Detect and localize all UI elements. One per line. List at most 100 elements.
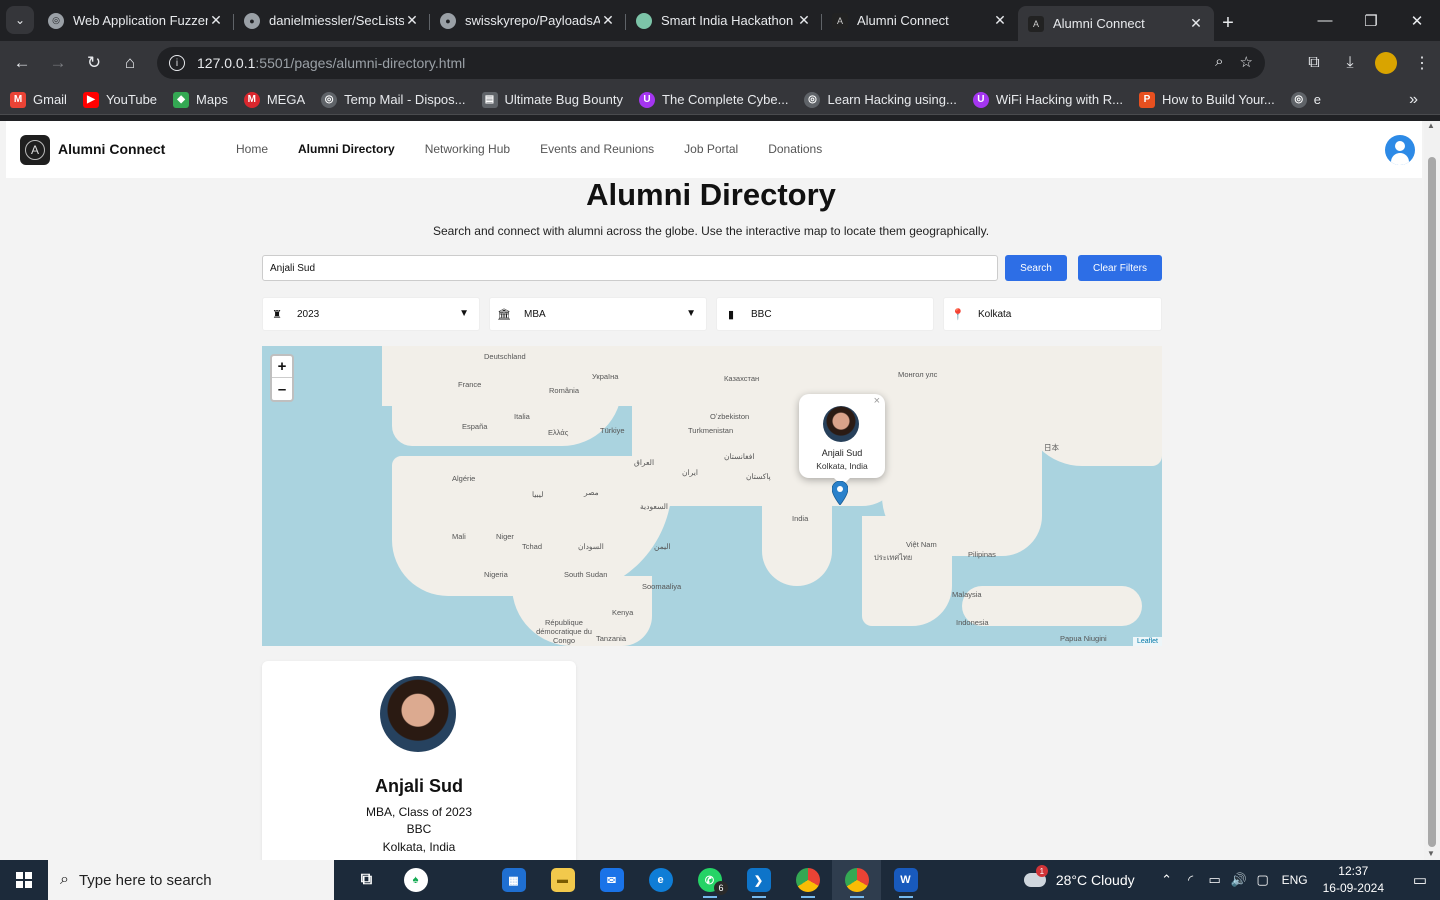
language-indicator[interactable]: ENG: [1275, 873, 1315, 887]
clock[interactable]: 12:37 16-09-2024: [1323, 863, 1384, 897]
clear-filters-button[interactable]: Clear Filters: [1078, 255, 1162, 281]
restore-icon[interactable]: ❐: [1348, 0, 1394, 41]
tab-search-button[interactable]: ⌄: [6, 6, 34, 34]
zoom-out-button[interactable]: –: [272, 378, 292, 400]
close-icon[interactable]: ✕: [796, 12, 812, 29]
bookmark-bug-bounty[interactable]: ▤ Ultimate Bug Bounty: [481, 91, 623, 108]
wifi-icon[interactable]: ◜: [1179, 872, 1203, 888]
notification-icon[interactable]: ▭: [1400, 871, 1440, 889]
search-button[interactable]: Search: [1005, 255, 1067, 281]
alumni-location: Kolkata, India: [382, 840, 456, 854]
map-label: السعودية: [640, 502, 669, 511]
app-edge[interactable]: e: [636, 860, 685, 900]
year-filter[interactable]: ♜ 2023 ▼: [262, 297, 480, 331]
app-store[interactable]: ▦: [489, 860, 538, 900]
extensions-icon[interactable]: ⧉: [1296, 45, 1332, 81]
bookmark-maps[interactable]: ◆ Maps: [173, 91, 228, 108]
bookmark-build[interactable]: P How to Build Your...: [1138, 91, 1275, 108]
bookmark-learn-hacking[interactable]: ◎ Learn Hacking using...: [804, 91, 957, 108]
home-icon[interactable]: ⌂: [112, 45, 148, 81]
forward-icon[interactable]: →: [40, 45, 76, 81]
app-mongodb[interactable]: ♠: [391, 860, 440, 900]
chevron-right-icon[interactable]: »: [1409, 91, 1418, 109]
app-whatsapp[interactable]: ✆ 6: [685, 860, 734, 900]
download-icon[interactable]: ⤓: [1332, 45, 1368, 81]
window-close-icon[interactable]: ✕: [1394, 0, 1440, 41]
zoom-icon[interactable]: ⌕: [1215, 53, 1223, 71]
close-icon[interactable]: ✕: [992, 12, 1008, 29]
bookmark-gmail[interactable]: M Gmail: [10, 91, 67, 108]
windows-taskbar: ⌕ Type here to search ⧉ ♠ ▦ ▬ ✉ e ✆ 6 ❯ W…: [0, 860, 1440, 900]
alumni-map[interactable]: Deutschland Україна Казахстан Монгол улс…: [262, 346, 1162, 646]
map-attribution[interactable]: Leaflet: [1132, 637, 1162, 646]
site-logo[interactable]: A: [20, 135, 50, 165]
scrollbar-thumb[interactable]: [1428, 157, 1436, 847]
nav-home[interactable]: Home: [236, 142, 268, 156]
nav-networking-hub[interactable]: Networking Hub: [425, 142, 510, 156]
site-info-icon[interactable]: i: [169, 55, 185, 71]
tab[interactable]: ◎ Web Application Fuzzer ✕: [38, 6, 234, 35]
toolbar-actions: ⧉ ⤓ ⋮: [1296, 45, 1440, 81]
battery-icon[interactable]: ▭: [1203, 872, 1227, 888]
brand-name[interactable]: Alumni Connect: [58, 141, 165, 157]
taskbar-search[interactable]: ⌕ Type here to search: [48, 860, 334, 900]
scroll-up-icon[interactable]: ▲: [1427, 121, 1435, 130]
app-vscode[interactable]: ❯: [734, 860, 783, 900]
bookmark-youtube[interactable]: ▶ YouTube: [82, 91, 157, 108]
minimize-icon[interactable]: —: [1302, 0, 1348, 41]
map-marker-icon[interactable]: [832, 481, 848, 505]
user-avatar-icon[interactable]: [1385, 135, 1415, 165]
tab-title: Alumni Connect: [857, 13, 949, 28]
volume-icon[interactable]: 🔊: [1227, 872, 1251, 888]
popup-close-icon[interactable]: ×: [874, 395, 880, 407]
bookmark-star-icon[interactable]: ☆: [1240, 53, 1253, 71]
app-chrome-active[interactable]: [832, 860, 881, 900]
scroll-down-icon[interactable]: ▼: [1427, 849, 1435, 858]
nav-job-portal[interactable]: Job Portal: [684, 142, 738, 156]
new-tab-button[interactable]: +: [1214, 9, 1242, 37]
map-label: Papua Niugini: [1060, 634, 1107, 643]
degree-filter[interactable]: 🏛 MBA ▼: [489, 297, 707, 331]
tab[interactable]: ● swisskyrepo/PayloadsAl ✕: [430, 6, 626, 35]
app-file-explorer[interactable]: ▬: [538, 860, 587, 900]
chevron-up-icon[interactable]: ⌃: [1155, 872, 1179, 888]
tab-active[interactable]: A Alumni Connect ✕: [1018, 6, 1214, 41]
back-icon[interactable]: ←: [4, 45, 40, 81]
bookmark-wifi[interactable]: U WiFi Hacking with R...: [972, 91, 1123, 108]
close-icon[interactable]: ✕: [404, 12, 420, 29]
search-input[interactable]: [262, 255, 998, 281]
task-view-button[interactable]: ⧉: [342, 860, 391, 900]
tab[interactable]: ● danielmiessler/SecLists ✕: [234, 6, 430, 35]
bookmark-cyber[interactable]: U The Complete Cybe...: [639, 91, 788, 108]
map-label: România: [549, 386, 580, 395]
weather-widget[interactable]: 1 28°C Cloudy: [1023, 865, 1135, 888]
nav-events-reunions[interactable]: Events and Reunions: [540, 142, 654, 156]
profile-avatar[interactable]: [1375, 52, 1397, 74]
chevron-down-icon: ▼: [686, 308, 696, 319]
taskbar-search-placeholder: Type here to search: [78, 871, 212, 889]
tab[interactable]: A Alumni Connect ✕: [822, 6, 1018, 35]
address-bar[interactable]: i 127.0.0.1:5501/pages/alumni-directory.…: [157, 47, 1265, 79]
company-filter[interactable]: ▮ BBC: [716, 297, 934, 331]
close-icon[interactable]: ✕: [600, 12, 616, 29]
bookmark-e[interactable]: ◎ e: [1290, 91, 1321, 108]
nav-donations[interactable]: Donations: [768, 142, 822, 156]
reload-icon[interactable]: ↻: [76, 45, 112, 81]
app-word[interactable]: W: [881, 860, 930, 900]
zoom-in-button[interactable]: +: [272, 356, 292, 378]
location-filter[interactable]: 📍 Kolkata: [943, 297, 1162, 331]
alumni-card[interactable]: Anjali Sud MBA, Class of 2023 BBC Kolkat…: [262, 661, 576, 860]
app-mail[interactable]: ✉: [587, 860, 636, 900]
map-label: پاکستان: [746, 472, 771, 481]
meet-icon[interactable]: ▢: [1251, 872, 1275, 888]
close-icon[interactable]: ✕: [1188, 15, 1204, 32]
page-scrollbar[interactable]: ▲ ▼: [1424, 121, 1440, 860]
app-chrome[interactable]: [783, 860, 832, 900]
menu-icon[interactable]: ⋮: [1404, 45, 1440, 81]
bookmark-mega[interactable]: M MEGA: [243, 91, 305, 108]
bookmark-tempmail[interactable]: ◎ Temp Mail - Dispos...: [321, 91, 466, 108]
nav-alumni-directory[interactable]: Alumni Directory: [298, 142, 395, 156]
tab[interactable]: Smart India Hackathon ✕: [626, 6, 822, 35]
start-button[interactable]: [0, 860, 48, 900]
close-icon[interactable]: ✕: [208, 12, 224, 29]
